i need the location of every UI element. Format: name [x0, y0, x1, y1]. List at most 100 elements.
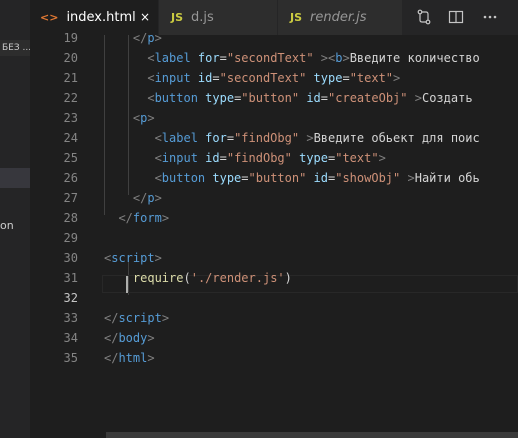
line-number: 26: [63, 171, 78, 185]
code-line[interactable]: 29: [30, 228, 518, 248]
code-line[interactable]: 31 require('./render.js'): [30, 268, 518, 288]
code-token: Введите обьект для поис: [313, 131, 480, 145]
code-token: Введите количество: [349, 51, 480, 65]
code-token: >: [342, 51, 350, 65]
code-token: =: [342, 71, 350, 85]
code-token: (: [183, 271, 191, 285]
code-token: "findObg": [226, 151, 292, 165]
code-text: </form>: [104, 208, 169, 228]
code-line[interactable]: 28 </form>: [30, 208, 518, 228]
code-token: p: [147, 191, 155, 205]
code-token: >: [154, 191, 162, 205]
line-number: 25: [63, 151, 78, 165]
code-token: "button": [241, 91, 300, 105]
line-number: 22: [63, 91, 78, 105]
code-token: script: [118, 311, 162, 325]
code-token: "secondText": [219, 71, 307, 85]
code-line[interactable]: 32: [30, 288, 518, 308]
code-token: input: [154, 71, 191, 85]
code-token: body: [118, 331, 148, 345]
code-token: ><: [320, 51, 336, 65]
code-token: >: [378, 151, 386, 165]
code-text: <label for="findObg" >Введите обьект для…: [104, 128, 480, 148]
code-token: >: [414, 91, 422, 105]
code-token: >: [306, 131, 314, 145]
code-line[interactable]: 24 <label for="findObg" >Введите обьект …: [30, 128, 518, 148]
code-token: Создать: [421, 91, 473, 105]
code-token: >: [147, 111, 155, 125]
line-number: 27: [63, 191, 78, 205]
line-number: 33: [63, 311, 78, 325]
code-text: <script>: [104, 248, 162, 268]
tab-label: render.js: [310, 10, 367, 25]
open-changes-icon[interactable]: [416, 9, 432, 25]
code-token: id: [190, 71, 213, 85]
code-text: <input id="findObg" type="text">: [104, 148, 386, 168]
code-token: <: [104, 71, 155, 85]
code-line[interactable]: 34 </body>: [30, 328, 518, 348]
code-text: require('./render.js'): [104, 268, 292, 288]
code-token: p: [147, 31, 155, 45]
code-token: id: [197, 151, 220, 165]
code-token: </: [104, 191, 148, 205]
more-actions-icon[interactable]: [482, 9, 498, 25]
code-text: <p>: [104, 108, 155, 128]
tab-label: d.js: [191, 10, 214, 25]
line-number: 29: [63, 231, 78, 245]
explorer-section-header[interactable]: БЕЗ ...: [0, 40, 30, 56]
code-token: './render.js': [190, 271, 285, 285]
explorer-item-label[interactable]: on: [0, 218, 30, 234]
code-token: Найти обь: [414, 171, 480, 185]
code-token: <: [104, 171, 162, 185]
code-token: >: [154, 251, 162, 265]
code-line[interactable]: 19 </p>: [30, 28, 518, 48]
code-line[interactable]: 20 <label for="secondText" ><b>Введите к…: [30, 48, 518, 68]
code-token: button: [154, 91, 198, 105]
code-token: id: [306, 171, 328, 185]
code-token: "secondText": [226, 51, 314, 65]
code-token: >: [161, 311, 170, 325]
code-token: <: [104, 131, 162, 145]
code-token: type: [197, 91, 235, 105]
line-number: 30: [63, 251, 78, 265]
code-token: "createObj": [328, 91, 408, 105]
code-line[interactable]: 35 </html>: [30, 348, 518, 368]
code-text: <input id="secondText" type="text">: [104, 68, 400, 88]
code-token: <: [104, 151, 162, 165]
code-token: for: [197, 131, 227, 145]
horizontal-scrollbar[interactable]: [106, 432, 518, 438]
text-cursor: [126, 276, 128, 293]
code-token: require: [132, 271, 184, 285]
code-token: form: [132, 211, 162, 225]
code-text: </p>: [104, 188, 162, 208]
code-token: >: [154, 31, 162, 45]
code-line[interactable]: 30 <script>: [30, 248, 518, 268]
code-text: </script>: [104, 308, 169, 328]
explorer-selected-item[interactable]: [0, 168, 30, 188]
code-line[interactable]: 23 <p>: [30, 108, 518, 128]
code-token: =: [241, 171, 249, 185]
code-token: >: [147, 351, 155, 365]
code-token: =: [219, 51, 227, 65]
code-line[interactable]: 22 <button type="button" id="createObj" …: [30, 88, 518, 108]
code-token: >: [407, 171, 415, 185]
code-line[interactable]: 21 <input id="secondText" type="text">: [30, 68, 518, 88]
code-token: =: [219, 151, 227, 165]
code-line[interactable]: 25 <input id="findObg" type="text">: [30, 148, 518, 168]
code-line[interactable]: 27 </p>: [30, 188, 518, 208]
line-number: 34: [63, 331, 78, 345]
code-token: button: [161, 171, 206, 185]
code-token: ): [284, 271, 292, 285]
code-text: <button type="button" id="createObj" >Со…: [104, 88, 473, 108]
code-token: >: [147, 331, 155, 345]
code-token: label: [154, 51, 191, 65]
code-editor[interactable]: 19 </p> 20 <label for="secondText" ><b>Вв…: [30, 31, 518, 438]
code-line[interactable]: 26 <button type="button" id="showObj" >Н…: [30, 168, 518, 188]
code-token: "text": [349, 71, 394, 85]
code-token: "findObg": [234, 131, 300, 145]
split-editor-icon[interactable]: [448, 9, 464, 25]
code-line[interactable]: 33 </script>: [30, 308, 518, 328]
